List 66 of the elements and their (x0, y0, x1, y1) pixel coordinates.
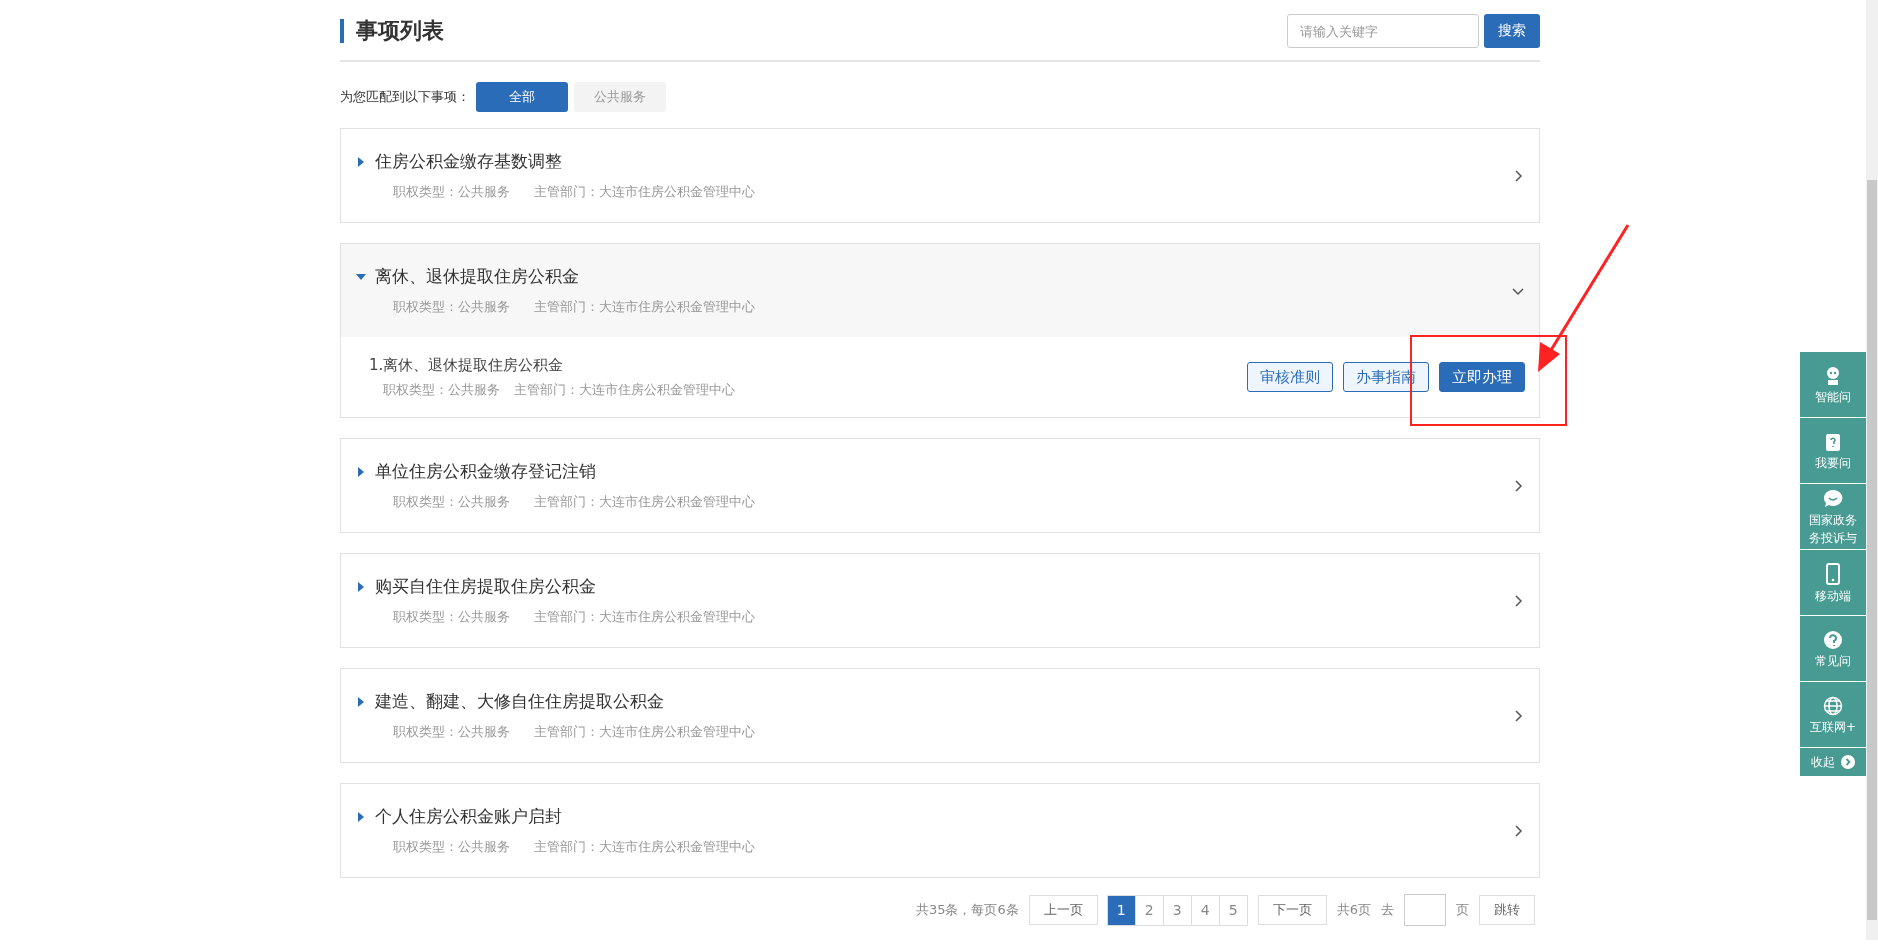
filter-label: 为您匹配到以下事项： (340, 88, 470, 106)
side-menu-item[interactable]: 我要问 (1800, 418, 1866, 484)
collapse-label: 收起 (1811, 755, 1835, 769)
item-title: 离休、退休提取住房公积金 (375, 265, 579, 288)
item-title: 住房公积金缴存基数调整 (375, 150, 562, 173)
item-department: 主管部门：大连市住房公积金管理中心 (534, 183, 755, 201)
sub-item-title: 1.离休、退休提取住房公积金 (369, 355, 565, 375)
page-number[interactable]: 3 (1162, 894, 1192, 926)
side-menu-item[interactable]: 智能问 (1800, 352, 1866, 418)
item-department: 主管部门：大连市住房公积金管理中心 (534, 838, 755, 856)
next-page-button[interactable]: 下一页 (1257, 895, 1327, 925)
side-menu-label: 国家政务 (1809, 512, 1857, 527)
item-type: 职权类型：公共服务 (393, 493, 510, 511)
item-department: 主管部门：大连市住房公积金管理中心 (534, 723, 755, 741)
page-number[interactable]: 2 (1134, 894, 1164, 926)
item-type: 职权类型：公共服务 (393, 183, 510, 201)
item-department: 主管部门：大连市住房公积金管理中心 (534, 608, 755, 626)
side-menu-label: 互联网+ (1809, 719, 1857, 734)
item-type: 职权类型：公共服务 (393, 608, 510, 626)
help-icon (1823, 629, 1843, 650)
side-menu-label: 我要问 (1815, 455, 1851, 470)
page-number[interactable]: 4 (1190, 894, 1220, 926)
item-department: 主管部门：大连市住房公积金管理中心 (534, 493, 755, 511)
page-summary: 共35条，每页6条 (915, 901, 1019, 919)
page-input-field[interactable] (1404, 894, 1446, 926)
item-title: 个人住房公积金账户启封 (375, 805, 562, 828)
page-unit: 页 (1456, 901, 1469, 919)
search-button[interactable]: 搜索 (1484, 14, 1540, 48)
item-title: 单位住房公积金缴存登记注销 (375, 460, 596, 483)
page-number[interactable]: 5 (1218, 894, 1248, 926)
item-type: 职权类型：公共服务 (393, 298, 510, 316)
side-menu-item[interactable]: 常见问 (1800, 616, 1866, 682)
item-type: 职权类型：公共服务 (393, 838, 510, 856)
page-number[interactable]: 1 (1106, 894, 1136, 926)
jump-button[interactable]: 跳转 (1479, 895, 1535, 925)
side-menu-item[interactable]: 国家政务 务投诉与 (1800, 484, 1866, 550)
side-menu-item[interactable]: 移动端 (1800, 550, 1866, 616)
filter-tab[interactable]: 公共服务 (574, 82, 666, 112)
search-field[interactable]: 请输入关键字 (1287, 14, 1479, 48)
item-department: 主管部门：大连市住房公积金管理中心 (534, 298, 755, 316)
guide-button[interactable]: 审核准则 (1247, 362, 1333, 392)
mobile-phone-icon (1826, 562, 1840, 585)
apply-button[interactable]: 立即办理 (1439, 362, 1525, 392)
prev-page-button[interactable]: 上一页 (1028, 895, 1098, 925)
side-menu-label: 务投诉与 (1809, 530, 1857, 545)
collapse-tab[interactable]: 收起 (1800, 748, 1866, 776)
sub-item-department: 主管部门：大连市住房公积金管理中心 (514, 380, 735, 399)
robot-icon (1824, 365, 1842, 386)
chat-bubble-icon (1823, 488, 1843, 509)
side-menu-label: 常见问 (1815, 653, 1851, 668)
side-menu-item[interactable]: 互联网+ (1800, 682, 1866, 748)
side-menu-label: 智能问 (1815, 389, 1851, 404)
item-header[interactable]: 离休、退休提取住房公积金 职权类型：公共服务 主管部门：大连市住房公积金管理中心 (341, 244, 1539, 337)
item-title: 建造、翻建、大修自住住房提取公积金 (375, 690, 664, 713)
sub-item-type: 职权类型：公共服务 (383, 380, 500, 399)
page-total: 共6页 (1336, 901, 1371, 919)
item-type: 职权类型：公共服务 (393, 723, 510, 741)
chevron-right-icon (1841, 755, 1855, 769)
filter-tab[interactable]: 全部 (476, 82, 568, 112)
side-menu-label: 移动端 (1815, 588, 1851, 603)
section-title: 事项列表 (340, 19, 444, 43)
item-title: 购买自住住房提取住房公积金 (375, 575, 596, 598)
goto-label: 去 (1381, 901, 1394, 919)
globe-icon (1823, 695, 1843, 716)
scrollbar-thumb[interactable] (1867, 180, 1877, 920)
question-clipboard-icon (1825, 431, 1841, 452)
